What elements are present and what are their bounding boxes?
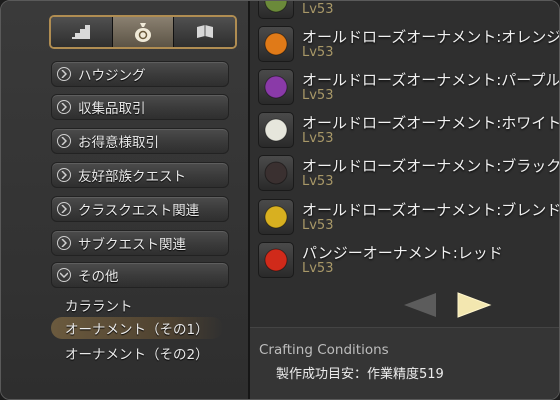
item-name: パンジーオーナメント:レッド bbox=[302, 244, 503, 262]
item-name: オールドローズオーナメント:ブレンド bbox=[302, 201, 560, 219]
next-page-button[interactable] bbox=[456, 291, 492, 323]
category-class-quests[interactable]: クラスクエスト関連 bbox=[51, 196, 229, 222]
category-side-quests[interactable]: サブクエスト関連 bbox=[51, 230, 229, 256]
item-name: オールドローズオーナメント:ホワイト bbox=[302, 114, 560, 132]
item-level: Lv53 bbox=[302, 174, 334, 189]
category-collectables[interactable]: 収集品取引 bbox=[51, 94, 229, 120]
stairs-icon bbox=[72, 25, 91, 39]
category-custom-deliveries[interactable]: お得意様取引 bbox=[51, 128, 229, 154]
list-item[interactable]: Lv53 bbox=[258, 1, 558, 23]
money-bag-icon bbox=[135, 23, 151, 42]
category-label: その他 bbox=[78, 269, 119, 285]
arrow-right-icon bbox=[457, 292, 492, 318]
previous-page-button[interactable] bbox=[402, 291, 438, 323]
list-item[interactable]: オールドローズオーナメント:パープル Lv53 bbox=[258, 67, 560, 109]
tab-book[interactable] bbox=[174, 17, 235, 47]
item-level: Lv53 bbox=[302, 131, 334, 146]
category-label: 友好部族クエスト bbox=[78, 169, 186, 185]
item-icon bbox=[258, 1, 294, 19]
item-icon bbox=[258, 242, 294, 278]
item-level: Lv53 bbox=[302, 218, 334, 233]
category-housing[interactable]: ハウジング bbox=[51, 61, 229, 87]
crafting-conditions-value: 製作成功目安：作業精度519 bbox=[276, 367, 444, 382]
subcategory-ornaments-1[interactable]: オーナメント（その1） bbox=[51, 317, 223, 339]
item-icon bbox=[258, 155, 294, 191]
crafting-conditions-heading: Crafting Conditions bbox=[259, 342, 389, 358]
tab-bar bbox=[49, 15, 237, 49]
window-frame: ハウジング 収集品取引 お得意様取引 友好部族クエスト クラスクエスト関連 サブ… bbox=[0, 0, 560, 400]
subcategory-ornaments-2[interactable]: オーナメント（その2） bbox=[51, 342, 223, 364]
category-label: クラスクエスト関連 bbox=[78, 203, 200, 219]
item-level: Lv53 bbox=[302, 88, 334, 103]
list-item[interactable]: オールドローズオーナメント:オレンジ Lv53 bbox=[258, 24, 560, 66]
item-level: Lv53 bbox=[302, 2, 334, 17]
item-level: Lv53 bbox=[302, 261, 334, 276]
item-icon bbox=[258, 199, 294, 235]
category-label: お得意様取引 bbox=[78, 135, 159, 151]
category-other[interactable]: その他 bbox=[51, 262, 229, 288]
category-beast-tribe-quests[interactable]: 友好部族クエスト bbox=[51, 162, 229, 188]
list-item[interactable]: オールドローズオーナメント:ブレンド Lv53 bbox=[258, 197, 560, 239]
category-label: 収集品取引 bbox=[78, 101, 146, 117]
expand-arrow-icon bbox=[57, 236, 71, 250]
tab-money-bag[interactable] bbox=[112, 17, 175, 47]
item-name: オールドローズオーナメント:パープル bbox=[302, 71, 560, 89]
item-icon bbox=[258, 112, 294, 148]
book-icon bbox=[196, 25, 213, 38]
expand-arrow-icon bbox=[57, 67, 71, 81]
crafting-conditions-panel: Crafting Conditions 製作成功目安：作業精度519 bbox=[250, 327, 559, 399]
tab-stairs[interactable] bbox=[51, 17, 113, 47]
list-item[interactable]: オールドローズオーナメント:ホワイト Lv53 bbox=[258, 110, 560, 152]
expand-arrow-icon bbox=[57, 134, 71, 148]
item-level: Lv53 bbox=[302, 45, 334, 60]
item-list-pane: Lv53 オールドローズオーナメント:オレンジ Lv53 オールドローズオーナメ… bbox=[250, 1, 560, 399]
category-label: ハウジング bbox=[78, 68, 146, 84]
item-name: オールドローズオーナメント:ブラック bbox=[302, 157, 560, 175]
list-item[interactable]: オールドローズオーナメント:ブラック Lv53 bbox=[258, 153, 560, 195]
item-icon bbox=[258, 26, 294, 62]
expand-arrow-icon bbox=[57, 202, 71, 216]
arrow-left-icon bbox=[404, 293, 436, 317]
expand-arrow-icon bbox=[57, 100, 71, 114]
list-item[interactable]: パンジーオーナメント:レッド Lv53 bbox=[258, 240, 558, 282]
expand-arrow-icon bbox=[57, 168, 71, 182]
item-icon bbox=[258, 69, 294, 105]
category-pane: ハウジング 収集品取引 お得意様取引 友好部族クエスト クラスクエスト関連 サブ… bbox=[1, 1, 248, 399]
subcategory-dyes[interactable]: カララント bbox=[51, 294, 223, 316]
collapse-arrow-icon bbox=[57, 268, 71, 282]
category-label: サブクエスト関連 bbox=[78, 237, 186, 253]
item-name: オールドローズオーナメント:オレンジ bbox=[302, 28, 560, 46]
